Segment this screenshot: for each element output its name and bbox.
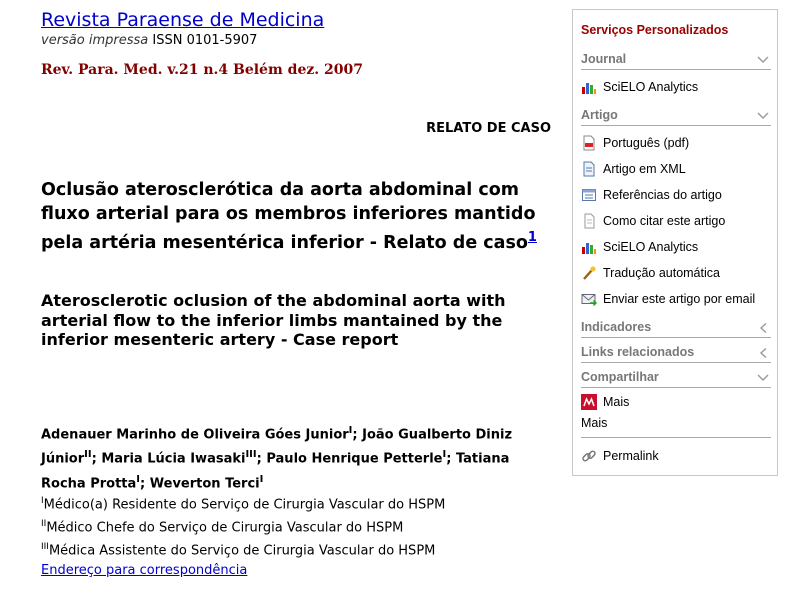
version-label: versão impressa: [41, 33, 149, 48]
artigo-xml-label: Artigo em XML: [603, 162, 686, 176]
share-more-text-label: Mais: [581, 416, 608, 430]
sidebar-divider: [581, 437, 771, 438]
email-icon: [581, 294, 597, 307]
journal-section-header[interactable]: Journal: [581, 52, 771, 70]
artigo-references-label: Referências do artigo: [603, 188, 722, 202]
affiliation-text: Médico(a) Residente do Serviço de Cirurg…: [43, 497, 446, 513]
artigo-section-header[interactable]: Artigo: [581, 108, 771, 126]
artigo-pdf-label: Português (pdf): [603, 136, 690, 150]
author-affiliation-mark: I: [442, 449, 447, 461]
xml-icon: [583, 161, 595, 177]
links-relacionados-section-header[interactable]: Links relacionados: [581, 345, 771, 363]
permalink-link[interactable]: Permalink: [581, 448, 659, 464]
indicadores-section-header[interactable]: Indicadores: [581, 320, 771, 338]
affiliation-item: IIMédico Chefe do Serviço de Cirurgia Va…: [41, 515, 445, 538]
compartilhar-label: Compartilhar: [581, 370, 659, 384]
references-icon: [582, 189, 596, 201]
share-more-icon: [581, 394, 597, 410]
sidebar-title: Serviços Personalizados: [581, 23, 729, 37]
affiliation-item: IMédico(a) Residente do Serviço de Cirur…: [41, 492, 445, 515]
issn-text: ISSN 0101-5907: [152, 33, 258, 48]
indicadores-label: Indicadores: [581, 320, 652, 334]
chevron-left-icon: [759, 348, 767, 358]
title-footnote-link[interactable]: 1: [528, 230, 537, 245]
chevron-left-icon: [759, 323, 767, 333]
artigo-section-label: Artigo: [581, 108, 618, 122]
correspondence-link[interactable]: Endereço para correspondência: [41, 563, 247, 578]
journal-analytics-link[interactable]: SciELO Analytics: [581, 79, 698, 95]
analytics-icon: [582, 243, 596, 254]
chevron-down-icon: [757, 56, 769, 63]
issn-line: versão impressa ISSN 0101-5907: [41, 33, 257, 48]
analytics-icon: [582, 83, 596, 94]
author-affiliation-mark: I: [348, 425, 353, 436]
chevron-down-icon: [757, 112, 769, 119]
author-affiliation-mark: I: [259, 473, 264, 485]
share-more-label: Mais: [603, 395, 630, 409]
author-name: Paulo Henrique Petterle: [266, 451, 443, 467]
compartilhar-section-header[interactable]: Compartilhar: [581, 370, 771, 388]
affiliation-text: Médico Chefe do Serviço de Cirurgia Vasc…: [46, 520, 404, 536]
pdf-icon: [583, 135, 595, 151]
artigo-translate-label: Tradução automática: [603, 266, 720, 280]
author-name: Adenauer Marinho de Oliveira Góes Junior: [41, 427, 349, 443]
artigo-analytics-link[interactable]: SciELO Analytics: [581, 239, 698, 255]
translate-icon: [583, 266, 596, 280]
artigo-email-link[interactable]: Enviar este artigo por email: [581, 291, 755, 307]
article-title-en: Aterosclerotic oclusion of the abdominal…: [41, 291, 506, 349]
affiliation-text: Médica Assistente do Serviço de Cirurgia…: [48, 542, 436, 558]
link-icon: [582, 450, 596, 462]
author-name: Weverton Terci: [149, 475, 260, 491]
share-more-text-link[interactable]: Mais: [581, 415, 607, 431]
artigo-cite-link[interactable]: Como citar este artigo: [581, 213, 725, 229]
services-sidebar: Serviços Personalizados Journal SciELO A…: [572, 9, 778, 476]
journal-title-link[interactable]: Revista Paraense de Medicina: [41, 9, 324, 31]
cite-icon: [584, 213, 595, 229]
author-affiliation-mark: III: [245, 449, 257, 461]
chevron-down-icon: [757, 374, 769, 381]
article-section-label: RELATO DE CASO: [426, 121, 551, 136]
issue-citation: Rev. Para. Med. v.21 n.4 Belém dez. 2007: [41, 62, 364, 78]
affiliation-mark: III: [41, 541, 49, 552]
artigo-translate-link[interactable]: Tradução automática: [581, 265, 720, 281]
article-title-pt: Oclusão aterosclerótica da aorta abdomin…: [41, 178, 561, 255]
affiliation-item: IIIMédica Assistente do Serviço de Cirur…: [41, 538, 445, 561]
artigo-pdf-link[interactable]: Português (pdf): [581, 135, 689, 151]
journal-analytics-label: SciELO Analytics: [603, 80, 699, 94]
author-affiliation-mark: II: [84, 449, 92, 461]
artigo-references-link[interactable]: Referências do artigo: [581, 187, 722, 203]
share-more-link[interactable]: Mais: [581, 394, 629, 410]
artigo-email-label: Enviar este artigo por email: [603, 292, 756, 306]
author-affiliation-mark: I: [136, 473, 141, 485]
artigo-analytics-label: SciELO Analytics: [603, 240, 699, 254]
author-list: Adenauer Marinho de Oliveira Góes Junior…: [41, 425, 513, 491]
title-pt-text: Oclusão aterosclerótica da aorta abdomin…: [41, 180, 536, 253]
author-name: Maria Lúcia Iwasaki: [101, 451, 246, 467]
affiliation-list: IMédico(a) Residente do Serviço de Cirur…: [41, 492, 445, 560]
journal-section-label: Journal: [581, 52, 627, 66]
artigo-cite-label: Como citar este artigo: [603, 214, 726, 228]
permalink-label: Permalink: [603, 449, 659, 463]
artigo-xml-link[interactable]: Artigo em XML: [581, 161, 686, 177]
links-relacionados-label: Links relacionados: [581, 345, 695, 359]
